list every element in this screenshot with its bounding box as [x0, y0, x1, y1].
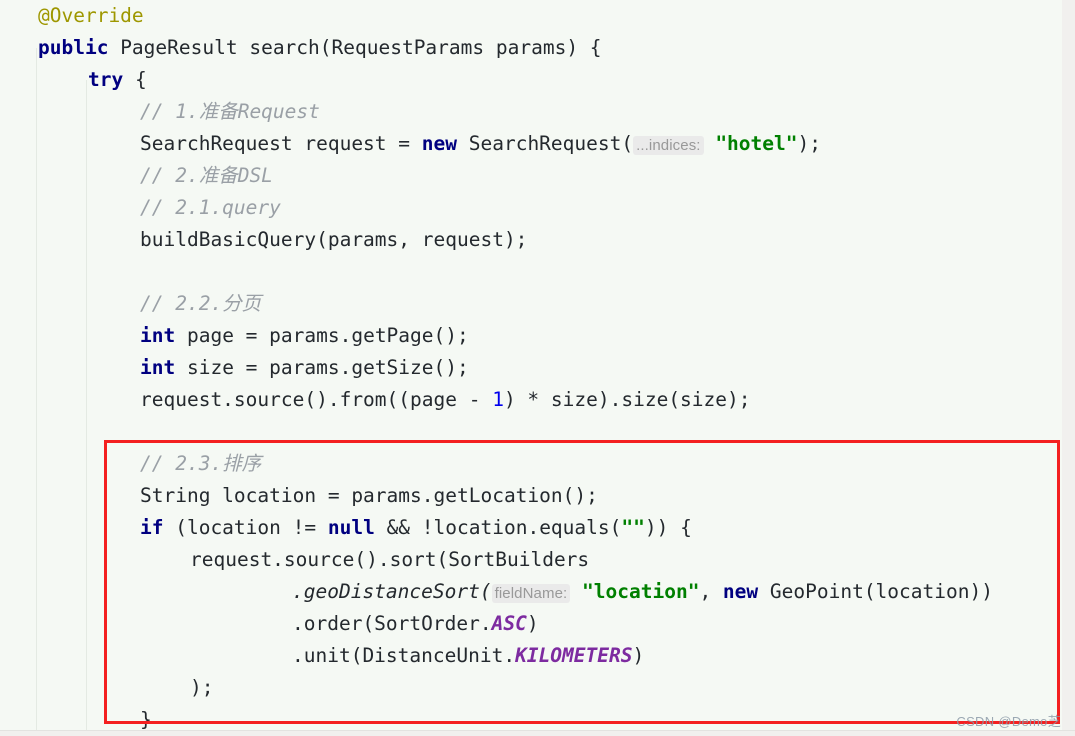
code-line[interactable]: request.source().sort(SortBuilders — [0, 544, 589, 576]
code-token-static-f: KILOMETERS — [515, 644, 633, 667]
code-token-str: "location" — [570, 580, 700, 603]
code-line[interactable]: int page = params.getPage(); — [0, 320, 469, 352]
code-token-plain: buildBasicQuery(params, request); — [140, 228, 528, 251]
code-token-plain: SearchRequest request = — [140, 132, 422, 155]
code-token-plain: GeoPoint(location)) — [758, 580, 993, 603]
code-token-plain: ); — [190, 676, 214, 699]
code-line[interactable]: request.source().from((page - 1) * size)… — [0, 384, 751, 416]
code-editor-surface[interactable]: @Override public PageResult search(Reques… — [0, 0, 1062, 731]
code-line[interactable]: // 1.准备Request — [0, 96, 320, 128]
code-token-static-f: ASC — [491, 612, 527, 635]
code-line[interactable]: // 2.1.query — [0, 192, 281, 224]
code-line[interactable]: public PageResult search(RequestParams p… — [0, 32, 602, 64]
code-token-static-m: .geoDistanceSort( — [292, 580, 492, 603]
code-line[interactable] — [0, 256, 152, 288]
code-token-plain: { — [123, 68, 147, 91]
code-token-kw: public — [38, 36, 109, 59]
code-token-plain: PageResult search(RequestParams params) … — [108, 36, 602, 59]
code-token-plain: request.source().sort(SortBuilders — [190, 548, 590, 571]
code-token-str: "" — [621, 516, 645, 539]
code-token-plain: request.source().from((page - — [140, 388, 493, 411]
code-line[interactable]: .order(SortOrder.ASC) — [0, 608, 539, 640]
code-token-kw: try — [88, 68, 124, 91]
code-line[interactable]: // 2.2.分页 — [0, 288, 261, 320]
code-token-kw: int — [140, 324, 176, 347]
code-token-plain: ) — [526, 612, 539, 635]
code-token-plain: ); — [797, 132, 821, 155]
code-line[interactable]: @Override — [0, 0, 144, 32]
editor-bottom-divider — [0, 730, 1075, 736]
code-line[interactable]: buildBasicQuery(params, request); — [0, 224, 527, 256]
code-token-cmt: // 2.3.排序 — [140, 452, 262, 475]
code-token-plain: )) { — [644, 516, 692, 539]
code-token-kw: new — [722, 580, 759, 603]
code-line[interactable]: .geoDistanceSort(fieldName: "location", … — [0, 576, 993, 608]
code-token-plain: , — [699, 580, 723, 603]
code-token-hint: fieldName: — [491, 584, 571, 603]
code-token-plain: && !location.equals( — [374, 516, 622, 539]
code-line[interactable]: if (location != null && !location.equals… — [0, 512, 692, 544]
code-token-plain: .unit(DistanceUnit. — [292, 644, 516, 667]
code-token-plain: ) — [632, 644, 645, 667]
code-token-cmt: // 2.准备DSL — [140, 164, 273, 187]
code-line[interactable]: .unit(DistanceUnit.KILOMETERS) — [0, 640, 644, 672]
code-token-plain: ) * size).size(size); — [503, 388, 751, 411]
code-token-cmt: // 2.2.分页 — [140, 292, 262, 315]
csdn-watermark: CSDN @Demo芝 — [956, 714, 1061, 729]
code-token-plain: .order(SortOrder. — [292, 612, 492, 635]
code-line[interactable]: String location = params.getLocation(); — [0, 480, 598, 512]
code-token-num: 1 — [492, 388, 504, 411]
code-line[interactable]: SearchRequest request = new SearchReques… — [0, 128, 821, 160]
code-line[interactable] — [0, 416, 152, 448]
code-token-plain: String location = params.getLocation(); — [140, 484, 598, 507]
code-token-plain: (location != — [163, 516, 328, 539]
code-token-kw: null — [327, 516, 375, 539]
code-token-cmt: // 2.1.query — [140, 196, 281, 219]
code-token-plain: page = params.getPage(); — [175, 324, 469, 347]
code-editor-screenshot: @Override public PageResult search(Reques… — [0, 0, 1075, 736]
code-token-cmt: // 1.准备Request — [140, 100, 320, 123]
code-token-plain: SearchRequest( — [457, 132, 634, 155]
code-line[interactable]: ); — [0, 672, 213, 704]
code-token-kw: new — [421, 132, 457, 155]
code-line[interactable]: try { — [0, 64, 147, 96]
code-line[interactable]: // 2.准备DSL — [0, 160, 273, 192]
code-token-kw: int — [140, 356, 176, 379]
code-token-anno: @Override — [38, 4, 144, 27]
code-line[interactable]: // 2.3.排序 — [0, 448, 261, 480]
code-token-plain: size = params.getSize(); — [175, 356, 469, 379]
code-token-hint: ...indices: — [633, 136, 704, 155]
code-token-kw: if — [140, 516, 164, 539]
code-line[interactable]: int size = params.getSize(); — [0, 352, 469, 384]
code-token-str: "hotel" — [703, 132, 798, 155]
editor-right-margin-strip — [1062, 0, 1075, 736]
